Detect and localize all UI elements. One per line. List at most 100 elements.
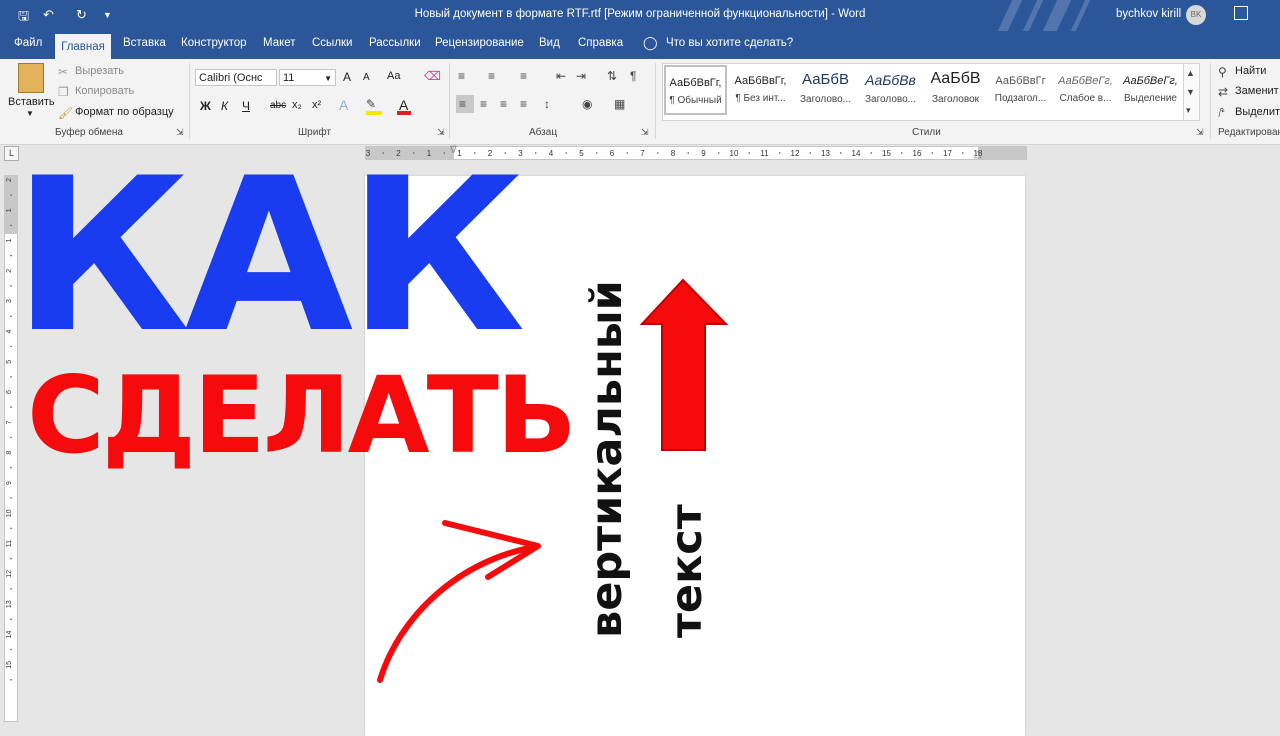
paste-dropdown-icon[interactable]: ▼ [26, 109, 34, 118]
ruler-label: 14 [6, 631, 13, 639]
select-button[interactable]: Выделит [1235, 106, 1280, 118]
ruler-label: 6 [610, 149, 615, 158]
paste-button[interactable]: Вставить [8, 96, 55, 108]
up-arrow-icon [640, 278, 729, 451]
tab-file[interactable]: Файл [14, 37, 42, 49]
text-effects-button[interactable]: A [339, 97, 348, 113]
ruler-tick [900, 152, 903, 154]
ruler-label: 10 [730, 149, 739, 158]
paragraph-group-label: Абзац [529, 127, 558, 138]
underline-button[interactable]: Ч [242, 99, 250, 113]
borders-icon[interactable]: ▦ [614, 97, 625, 111]
style-subtle-emphasis[interactable]: АаБбВеГг, Слабое в... [1054, 65, 1117, 115]
show-marks-icon[interactable]: ¶ [630, 69, 636, 83]
subscript-button[interactable]: x₂ [292, 99, 302, 111]
find-button[interactable]: Найти [1235, 65, 1266, 77]
tell-me-search[interactable]: Что вы хотите сделать? [666, 37, 793, 49]
tab-mailings[interactable]: Рассылки [369, 37, 421, 49]
ruler-tick [687, 152, 690, 154]
numbering-icon[interactable]: ≡ [488, 69, 495, 83]
curved-arrow-icon [377, 520, 541, 683]
tab-references[interactable]: Ссылки [312, 37, 353, 49]
style-heading-2[interactable]: АаБбВв Заголово... [859, 65, 922, 115]
ruler-tick [778, 152, 781, 154]
ruler-label: 10 [6, 509, 13, 517]
sort-icon[interactable]: ⇅ [607, 69, 617, 83]
align-right-icon[interactable]: ≡ [500, 97, 507, 111]
decrease-indent-icon[interactable]: ⇤ [556, 69, 566, 83]
dialog-launcher-icon[interactable]: ⇲ [1196, 125, 1204, 139]
ruler-label: 9 [701, 149, 706, 158]
tab-layout[interactable]: Макет [263, 37, 296, 49]
headline-sdelat: СДЕЛАТЬ [27, 354, 577, 477]
vertical-text-2: текст [662, 504, 712, 638]
copy-icon: ❐ [58, 85, 69, 99]
shrink-font-button[interactable]: A [363, 72, 370, 83]
bold-button[interactable]: Ж [200, 99, 211, 113]
ruler-label: 8 [671, 149, 676, 158]
paste-icon[interactable] [18, 63, 44, 93]
superscript-button[interactable]: x² [312, 99, 321, 111]
style-title[interactable]: АаБбВ Заголовок [924, 65, 987, 115]
font-size-box[interactable]: 11 ▼ [279, 69, 336, 86]
increase-indent-icon[interactable]: ⇥ [576, 69, 586, 83]
search-icon: ⚲ [1218, 65, 1227, 79]
avatar[interactable]: BK [1186, 5, 1206, 25]
grow-font-button[interactable]: A [343, 70, 351, 84]
justify-icon[interactable]: ≡ [520, 97, 527, 111]
ruler-tick [534, 152, 537, 154]
strikethrough-button[interactable]: abc [270, 100, 286, 111]
replace-button[interactable]: Заменит [1235, 85, 1279, 97]
align-left-icon: ≡ [459, 97, 467, 111]
ruler-tick [931, 152, 934, 154]
styles-scroll[interactable]: ▲ ▼ ▾ [1183, 63, 1200, 121]
align-center-icon[interactable]: ≡ [480, 97, 487, 111]
tab-design[interactable]: Конструктор [181, 37, 247, 49]
tab-insert[interactable]: Вставка [123, 37, 166, 49]
ruler-tick [809, 152, 812, 154]
dialog-launcher-icon[interactable]: ⇲ [641, 125, 649, 139]
style-normal[interactable]: АаБбВвГг, ¶ Обычный [664, 65, 727, 115]
user-name[interactable]: bychkov kirill [1116, 8, 1181, 20]
copy-button[interactable]: Копировать [75, 85, 134, 97]
clear-formatting-icon[interactable]: ⌫ [424, 69, 441, 83]
tab-home[interactable]: Главная [55, 34, 111, 59]
format-painter-icon: 🖌 [58, 106, 74, 120]
ruler-label: 9 [6, 481, 13, 485]
tab-view[interactable]: Вид [539, 37, 560, 49]
ruler-tick [656, 152, 659, 154]
ribbon-display-options-icon[interactable] [1234, 6, 1248, 20]
change-case-button[interactable]: Aa [387, 70, 400, 82]
line-spacing-icon[interactable]: ↕ [544, 97, 550, 111]
tab-review[interactable]: Рецензирование [435, 37, 524, 49]
ruler-tick [10, 557, 12, 560]
style-subtitle[interactable]: АаБбВвГг Подзагол... [989, 65, 1052, 115]
vertical-text-1: вертикальный [582, 280, 632, 638]
tab-help[interactable]: Справка [578, 37, 623, 49]
font-size-value: 11 [283, 72, 295, 84]
ruler-label: 17 [943, 149, 952, 158]
ruler-label: 15 [882, 149, 891, 158]
style-emphasis[interactable]: АаБбВеГг, Выделение [1119, 65, 1182, 115]
ruler-tick [10, 648, 12, 651]
more-styles-icon[interactable]: ▾ [1186, 103, 1191, 117]
chevron-down-icon[interactable]: ▼ [1186, 85, 1195, 99]
right-indent-marker-icon[interactable]: △ [974, 149, 982, 160]
style-heading-1[interactable]: АаБбВ Заголово... [794, 65, 857, 115]
align-left-button[interactable]: ≡ [456, 95, 474, 113]
cut-button[interactable]: Вырезать [75, 65, 124, 77]
styles-group-label: Стили [912, 127, 941, 138]
lightbulb-icon: ◯ [643, 35, 658, 50]
highlighter-icon[interactable]: ✎ [366, 97, 376, 111]
multilevel-list-icon[interactable]: ≡ [520, 69, 527, 83]
bullets-icon[interactable]: ≡ [458, 69, 465, 83]
font-name-box[interactable]: Calibri (Оснс [195, 69, 277, 86]
italic-button[interactable]: К [221, 99, 228, 113]
ribbon-tabs: Файл Главная Вставка Конструктор Макет С… [0, 31, 1280, 59]
style-no-spacing[interactable]: АаБбВвГг, ¶ Без инт... [729, 65, 792, 115]
format-painter-button[interactable]: Формат по образцу [75, 106, 174, 118]
chevron-up-icon[interactable]: ▲ [1186, 66, 1195, 80]
ruler-tick [10, 466, 12, 469]
shading-icon[interactable]: ◉ [582, 97, 592, 111]
ruler-tick [717, 152, 720, 154]
